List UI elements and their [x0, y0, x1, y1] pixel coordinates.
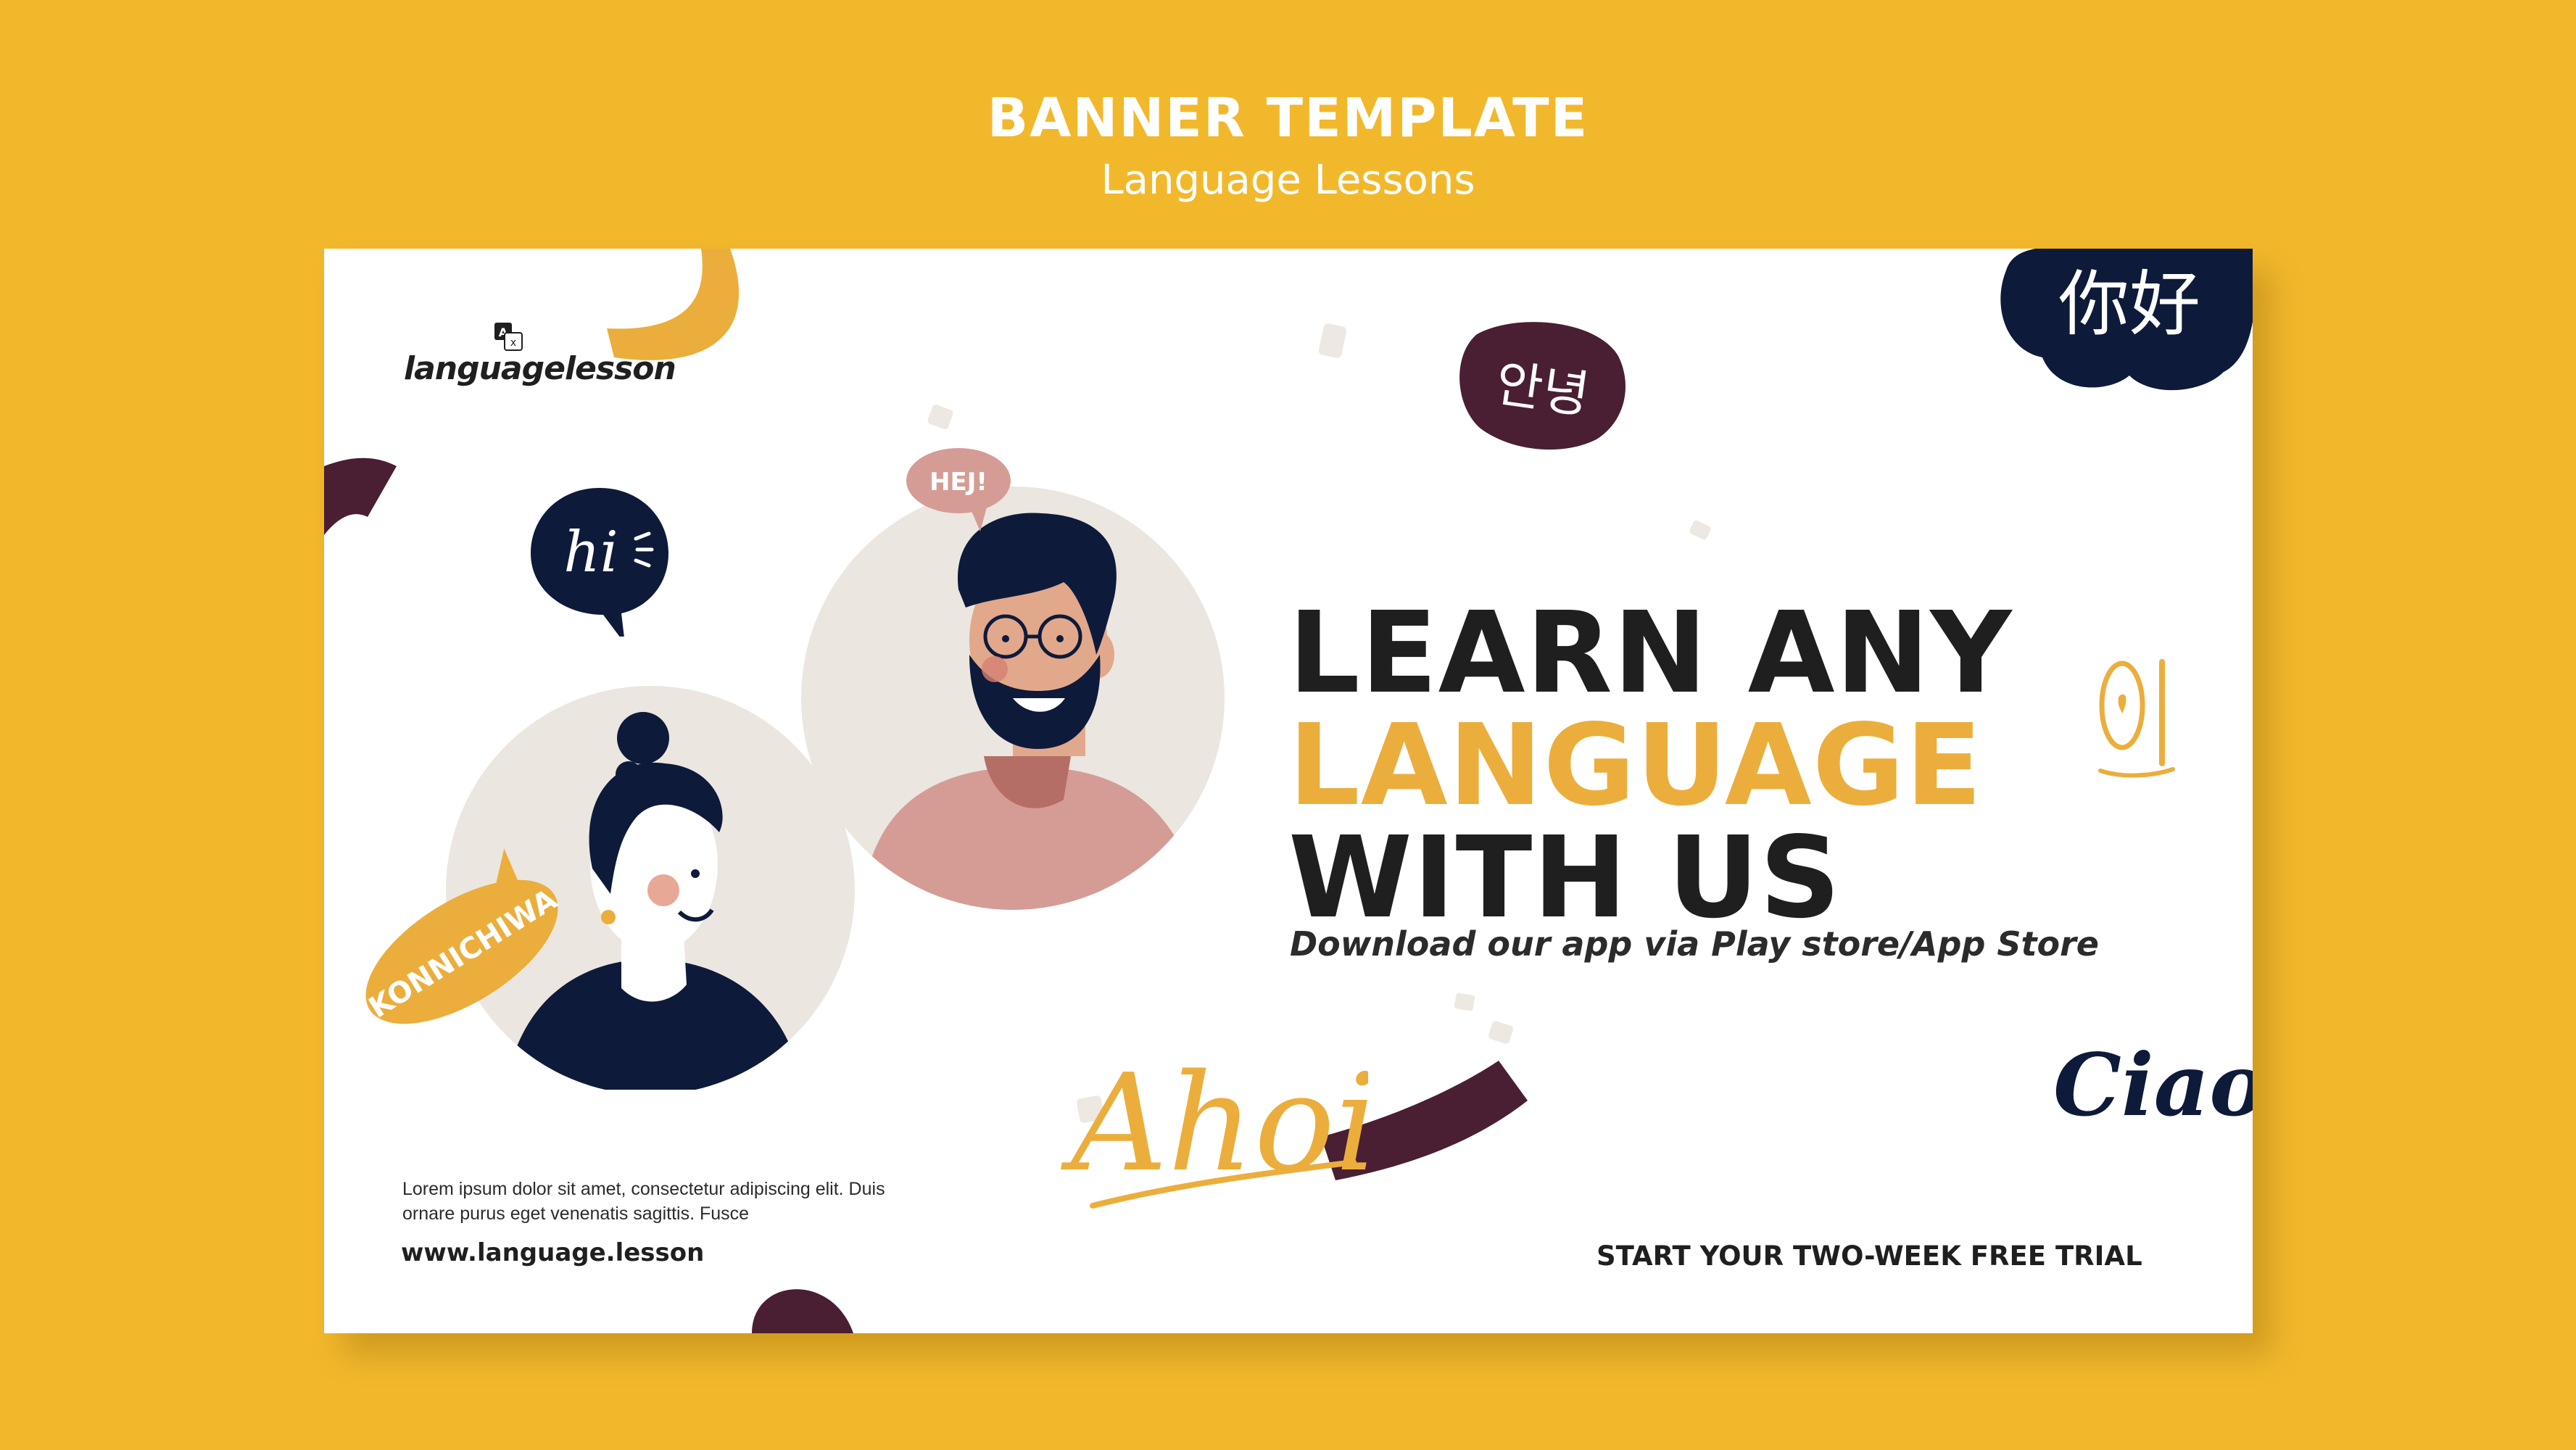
plum-arc-bottom: [752, 1289, 853, 1333]
ciao-greeting: Ciao: [2053, 1035, 2253, 1135]
headline-line-1: LEARN ANY: [1288, 587, 2013, 718]
headline-line-3: WITH US: [1288, 812, 1842, 943]
nihao-cloud: 你好: [2000, 249, 2253, 391]
ciao-lettering: Ciao: [2053, 1035, 2253, 1135]
download-subtitle: Download our app via Play store/App Stor…: [1290, 924, 2099, 964]
man-avatar: [801, 486, 1225, 910]
plum-stroke-left: [324, 457, 397, 535]
konnichiwa-speech-bubble: KONNICHIWA: [363, 848, 563, 1024]
page-title: BANNER TEMPLATE: [987, 87, 1589, 149]
hej-speech-bubble: HEJ!: [906, 448, 1011, 531]
hi-speech-bubble: hi: [531, 488, 668, 637]
brand-logo: languagelesson: [404, 350, 676, 387]
page-subtitle: Language Lessons: [1101, 157, 1475, 204]
headline: LEARN ANY LANGUAGE WITH US: [1288, 597, 2013, 934]
hej-greeting: HEJ!: [929, 468, 987, 497]
ahoi-lettering: Ahoi: [1060, 1045, 1368, 1209]
free-trial-cta[interactable]: START YOUR TWO-WEEK FREE TRIAL: [1596, 1240, 2142, 1272]
banner-card: A x languagelesson hi KONNICHIWA HEJ! 안녕…: [324, 249, 2253, 1333]
nihao-greeting: 你好: [2058, 263, 2200, 346]
ahoi-greeting: Ahoi: [1060, 1045, 1368, 1201]
translate-icon: A x: [494, 323, 523, 351]
headline-line-2: LANGUAGE: [1288, 700, 1983, 831]
annyeong-speech-bubble: 안녕: [1459, 322, 1625, 450]
website-link[interactable]: www.language.lesson: [401, 1238, 704, 1267]
svg-text:x: x: [510, 337, 516, 349]
yellow-arc-shape: [607, 249, 740, 360]
body-text: Lorem ipsum dolor sit amet, consectetur …: [402, 1179, 885, 1224]
hi-greeting: hi: [563, 520, 618, 585]
korean-i-doodle: [2098, 659, 2175, 778]
